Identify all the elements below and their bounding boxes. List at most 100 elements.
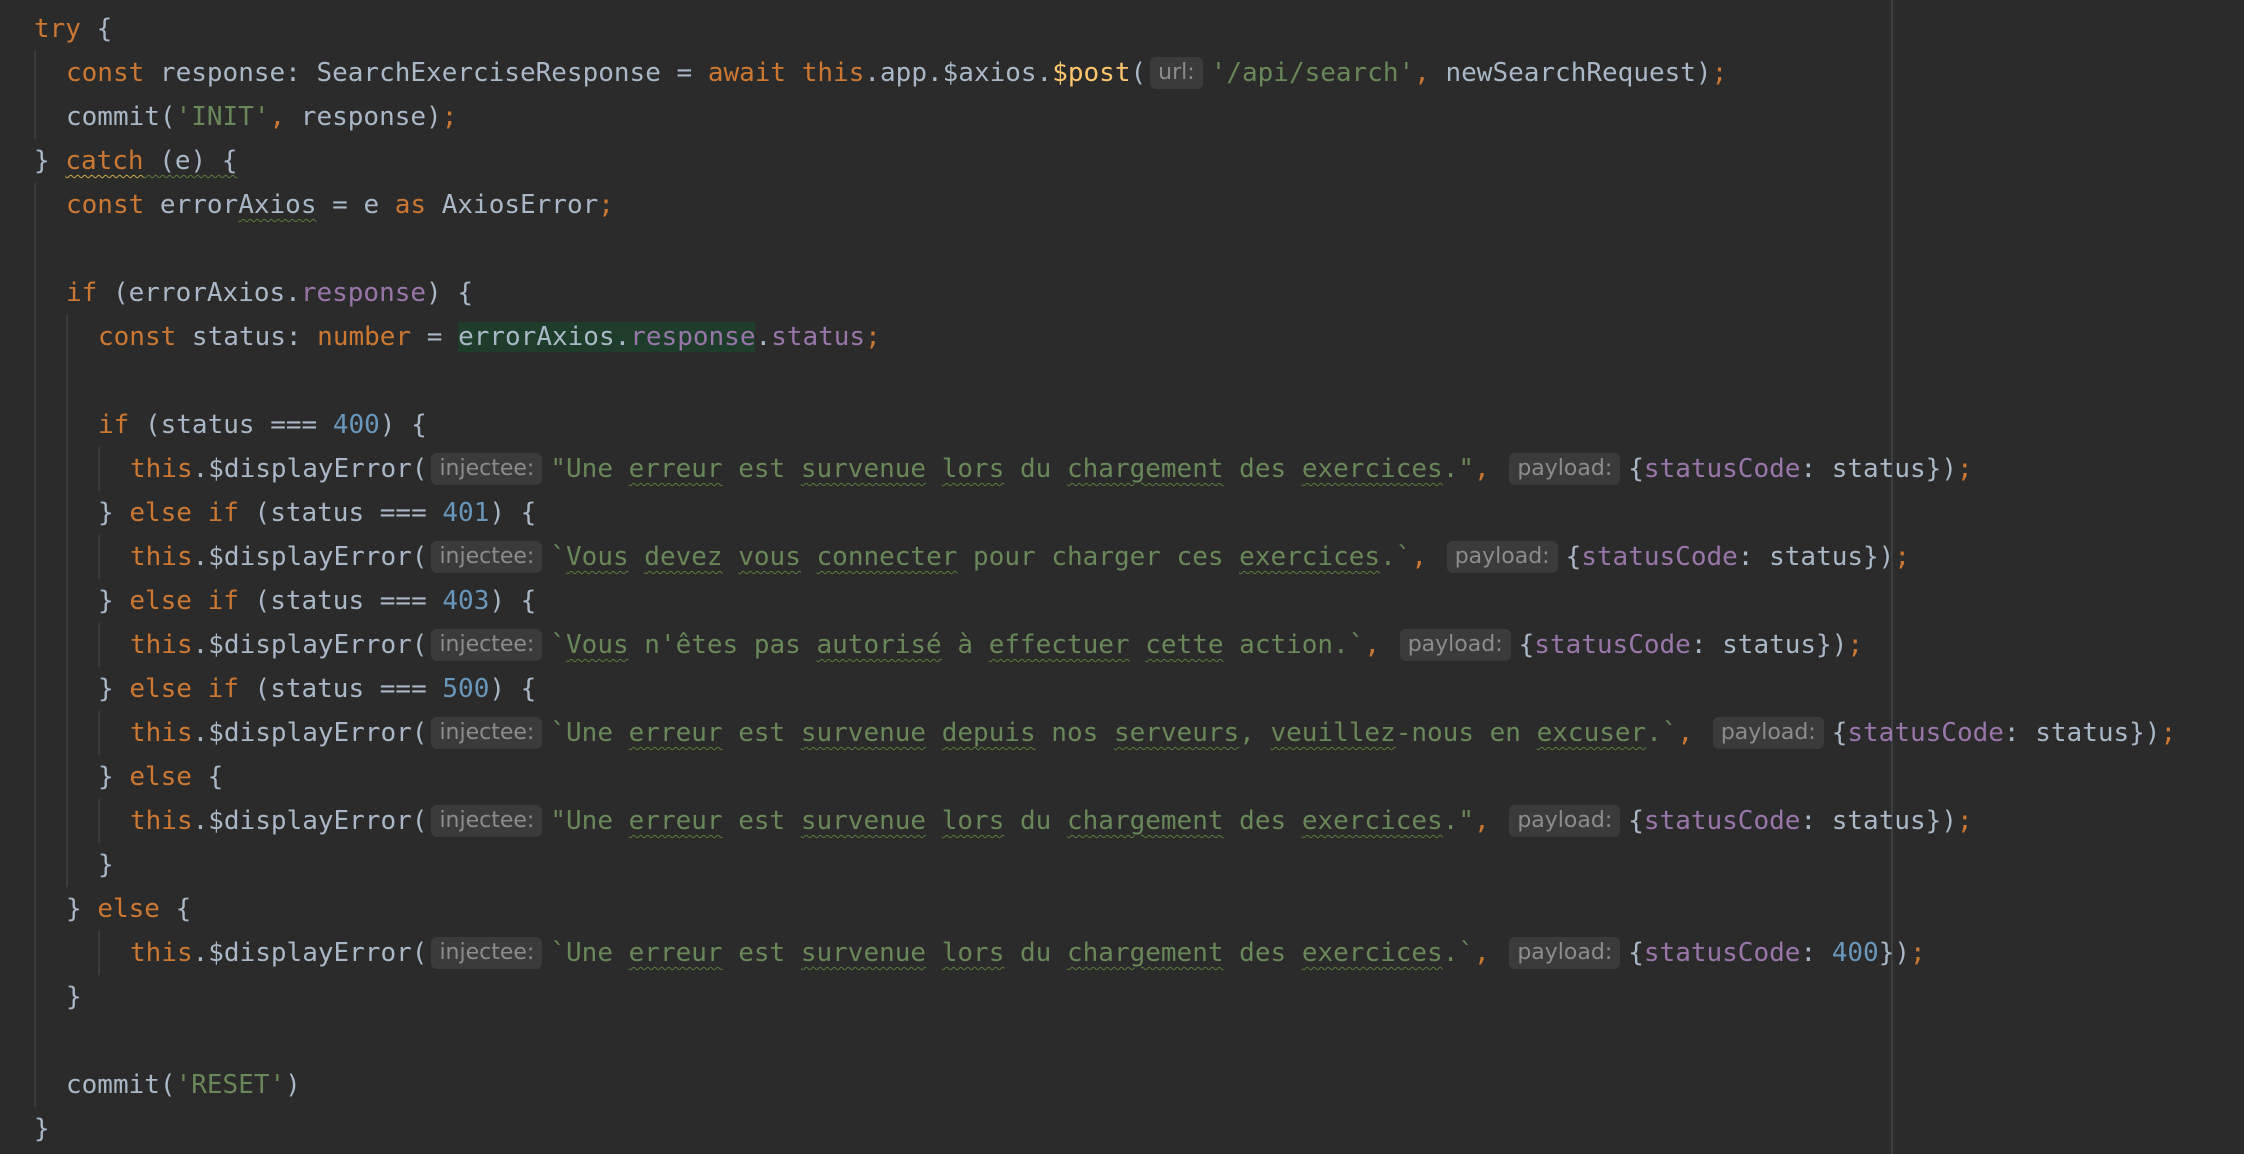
code-line[interactable]: } else if (status === 401) {	[34, 491, 2244, 535]
code-token: depuis	[941, 718, 1036, 748]
code-line[interactable]: } else {	[34, 755, 2244, 799]
code-token: if	[66, 278, 98, 308]
code-token: '/api/search'	[1210, 58, 1415, 88]
code-token: this	[130, 542, 193, 572]
code-line[interactable]: } else {	[34, 887, 2244, 931]
code-line[interactable]: this.$displayError(injectee: `Une erreur …	[34, 711, 2244, 755]
code-token: ) {	[426, 278, 474, 308]
code-token: .$displayError(	[192, 542, 428, 572]
parameter-hint: injectee:	[431, 937, 543, 969]
code-line[interactable]: }	[34, 1107, 2234, 1151]
code-token: Vous	[566, 542, 629, 572]
code-token: statusCode	[1534, 630, 1691, 660]
code-token: ;	[441, 102, 458, 132]
code-token: lors	[941, 806, 1005, 836]
code-token: const	[66, 190, 145, 220]
code-line[interactable]: const status: number = errorAxios.respon…	[34, 315, 2244, 359]
code-token: response	[630, 322, 756, 352]
code-token: ;	[1847, 630, 1864, 660]
code-line[interactable]	[34, 1019, 2234, 1063]
code-token: exercices	[1301, 454, 1443, 484]
code-token: : status})	[1800, 454, 1957, 484]
code-token: ,	[1474, 454, 1490, 484]
code-line[interactable]: }	[34, 843, 2244, 887]
code-token: ) {	[489, 586, 537, 616]
code-line[interactable]: if (errorAxios.response) {	[34, 271, 2244, 315]
code-line[interactable]: commit('INIT', response);	[34, 95, 2244, 139]
code-line[interactable]: }	[34, 975, 2244, 1019]
code-token: else	[97, 894, 160, 924]
code-token: erreur	[628, 938, 723, 968]
code-token: ,	[1364, 630, 1381, 660]
code-line[interactable]	[34, 359, 2234, 403]
code-line[interactable]: } catch (e) {	[34, 139, 2234, 183]
parameter-hint: payload:	[1509, 805, 1621, 837]
code-token: {	[1565, 542, 1582, 572]
code-line[interactable]: this.$displayError(injectee: "Une erreur …	[34, 447, 2244, 491]
code-token: ) {	[379, 410, 427, 440]
code-token: excuser	[1536, 718, 1647, 748]
code-line[interactable]: const errorAxios = e as AxiosError;	[34, 183, 2244, 227]
code-token: {	[1628, 454, 1644, 484]
code-line[interactable]: } else if (status === 500) {	[34, 667, 2244, 711]
code-line[interactable]: if (status === 400) {	[34, 403, 2244, 447]
code-token: chargement	[1066, 454, 1224, 484]
code-token: `Une	[550, 718, 629, 748]
code-token: }	[66, 982, 82, 1012]
code-token: $post	[1052, 58, 1131, 88]
code-token: response)	[285, 102, 442, 132]
code-line[interactable]: this.$displayError(injectee: `Vous devez …	[34, 535, 2244, 579]
code-token: await	[707, 58, 787, 88]
code-token: = e	[316, 190, 395, 220]
code-token: (	[1130, 58, 1147, 88]
code-token: ,	[1474, 938, 1490, 968]
code-line[interactable]: } else if (status === 403) {	[34, 579, 2244, 623]
code-line[interactable]: this.$displayError(injectee: `Vous n'êtes…	[34, 623, 2244, 667]
code-editor[interactable]: try {const response: SearchExerciseRespo…	[0, 0, 2244, 1154]
code-token: catch	[65, 146, 144, 176]
code-line[interactable]: const response: SearchExerciseResponse =…	[34, 51, 2244, 95]
code-token: des	[1223, 806, 1302, 836]
code-token: .$displayError(	[192, 630, 428, 660]
code-token: this	[130, 718, 193, 748]
parameter-hint: injectee:	[431, 541, 543, 573]
code-token: statusCode	[1847, 718, 2004, 748]
code-token: (status ===	[238, 674, 443, 704]
code-token: : status})	[1690, 630, 1848, 660]
code-token: survenue	[800, 454, 927, 484]
code-line[interactable]	[34, 227, 2234, 271]
code-token: lors	[941, 454, 1005, 484]
code-token: {	[1831, 718, 1848, 748]
code-token: .$displayError(	[192, 806, 428, 836]
code-token: response	[300, 278, 427, 308]
code-token: if	[98, 410, 130, 440]
code-token: :	[1800, 938, 1832, 968]
code-line[interactable]: this.$displayError(injectee: `Une erreur …	[34, 931, 2244, 975]
code-line[interactable]: this.$displayError(injectee: "Une erreur …	[34, 799, 2244, 843]
code-token: ,	[1677, 718, 1694, 748]
code-token: autorisé	[816, 630, 942, 660]
code-token: commit(	[66, 102, 176, 132]
code-token: commit(	[66, 1070, 176, 1100]
code-token: {	[80, 14, 113, 44]
code-token: 'INIT'	[175, 102, 270, 132]
code-line[interactable]: commit('RESET')	[34, 1063, 2244, 1107]
code-token: vous	[738, 542, 801, 572]
code-token: =	[411, 322, 459, 352]
code-token: ,	[1474, 806, 1490, 836]
code-line[interactable]: try {	[34, 7, 2234, 51]
code-token: 500	[442, 674, 490, 704]
code-token: est	[722, 454, 801, 484]
code-token: est	[722, 806, 801, 836]
code-token: response: SearchExerciseResponse =	[144, 58, 708, 88]
parameter-hint: url:	[1150, 57, 1203, 89]
parameter-hint: payload:	[1712, 717, 1824, 749]
